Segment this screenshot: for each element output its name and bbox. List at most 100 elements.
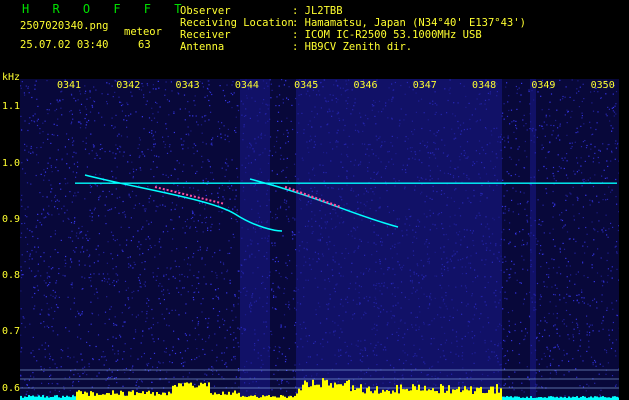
signal-bar — [530, 396, 532, 400]
signal-bar — [146, 391, 148, 400]
signal-bar — [402, 389, 404, 400]
signal-bar — [438, 393, 440, 400]
file-kind: meteor — [124, 26, 162, 38]
signal-bar — [590, 396, 592, 400]
signal-bar — [380, 392, 382, 400]
signal-bar — [324, 380, 326, 400]
signal-bar — [92, 392, 94, 400]
signal-bar — [192, 385, 194, 400]
signal-bar — [82, 394, 84, 400]
signal-bar — [210, 393, 212, 400]
signal-bar — [144, 394, 146, 400]
signal-bar — [500, 388, 502, 400]
signal-bar — [24, 396, 26, 400]
signal-bar — [174, 385, 176, 400]
signal-bar — [596, 396, 598, 400]
signal-bar — [264, 396, 266, 400]
signal-bar — [488, 389, 490, 400]
signal-bar — [104, 394, 106, 400]
signal-bar — [412, 384, 414, 400]
signal-bar — [468, 390, 470, 400]
signal-bar — [338, 384, 340, 400]
signal-bar — [422, 390, 424, 400]
hrofft-window: { "app": { "logo": "H R O F F T" }, "fil… — [0, 0, 629, 400]
bright-band — [296, 79, 502, 400]
signal-bar — [154, 395, 156, 400]
y-tick-label: 1.0 — [2, 157, 21, 169]
file-name: 2507020340.png — [20, 20, 109, 32]
signal-bar — [382, 389, 384, 400]
signal-bar — [220, 395, 222, 400]
signal-bar — [370, 391, 372, 400]
signal-bar — [226, 394, 228, 400]
file-datetime: 25.07.02 03:40 — [20, 39, 109, 51]
signal-bar — [384, 391, 386, 400]
signal-bar — [76, 391, 78, 400]
signal-bar — [130, 391, 132, 400]
signal-bar — [312, 379, 314, 400]
signal-bar — [456, 389, 458, 400]
signal-bar — [462, 390, 464, 400]
signal-bar — [486, 392, 488, 400]
signal-bar — [90, 391, 92, 400]
signal-bar — [242, 395, 244, 400]
value-observer: : JL2TBB — [292, 5, 343, 17]
signal-bar — [132, 390, 134, 400]
signal-bar — [446, 390, 448, 400]
signal-bar — [348, 379, 350, 400]
signal-bar — [506, 396, 508, 400]
signal-bar — [156, 392, 158, 400]
signal-bar — [332, 387, 334, 400]
value-location: : Hamamatsu, Japan (N34°40' E137°43') — [292, 17, 526, 29]
signal-bar — [114, 393, 116, 400]
signal-bar — [180, 383, 182, 400]
signal-bar — [232, 392, 234, 400]
signal-bar — [320, 387, 322, 400]
signal-bar — [280, 395, 282, 400]
signal-bar — [336, 384, 338, 400]
app-logo: H R O F F T — [22, 2, 190, 16]
signal-bar — [498, 392, 500, 400]
signal-bar — [142, 391, 144, 400]
signal-bar — [182, 386, 184, 400]
signal-bar — [484, 393, 486, 400]
signal-bar — [308, 387, 310, 400]
signal-bar — [310, 386, 312, 400]
signal-bar — [356, 388, 358, 400]
signal-bar — [282, 395, 284, 400]
signal-bar — [594, 396, 596, 400]
signal-bar — [440, 384, 442, 400]
signal-bar — [496, 384, 498, 400]
signal-bar — [360, 384, 362, 400]
signal-bar — [302, 384, 304, 400]
signal-bar — [42, 395, 44, 400]
signal-bar — [160, 394, 162, 400]
signal-bar — [460, 392, 462, 400]
signal-bar — [86, 392, 88, 400]
signal-bar — [470, 386, 472, 400]
signal-bar — [466, 389, 468, 400]
signal-bar — [314, 385, 316, 400]
signal-bar — [110, 394, 112, 400]
signal-bar — [122, 391, 124, 400]
signal-bar — [476, 387, 478, 400]
signal-bar — [550, 396, 552, 400]
signal-bar — [444, 392, 446, 400]
signal-bar — [418, 384, 420, 400]
signal-bar — [612, 396, 614, 400]
signal-bar — [478, 388, 480, 400]
signal-bar — [218, 393, 220, 400]
signal-bar — [408, 390, 410, 400]
signal-bar — [430, 390, 432, 400]
signal-bar — [340, 384, 342, 400]
signal-bar — [88, 395, 90, 400]
x-tick-label: 0350 — [590, 80, 615, 91]
signal-bar — [448, 385, 450, 400]
label-receiver: Receiver — [180, 29, 231, 41]
signal-bar — [390, 393, 392, 400]
signal-bar — [374, 390, 376, 400]
signal-bar — [176, 386, 178, 400]
signal-bar — [168, 391, 170, 400]
signal-bar — [410, 390, 412, 400]
signal-bar — [474, 391, 476, 400]
